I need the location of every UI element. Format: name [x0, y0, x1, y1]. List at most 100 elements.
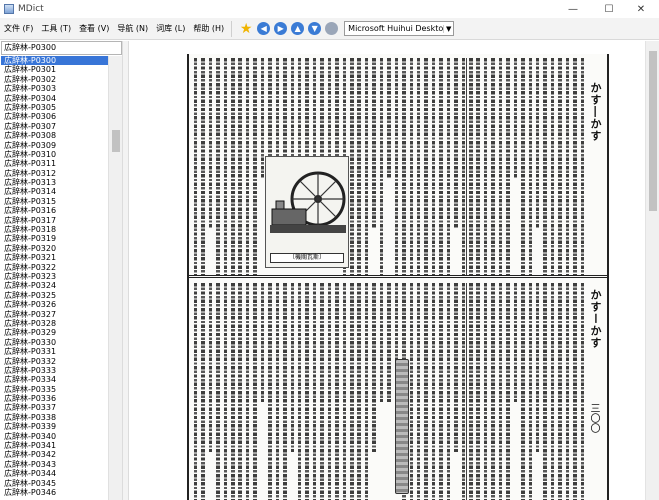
- text-line: [384, 283, 391, 500]
- list-item[interactable]: 広辞林-P0308: [1, 131, 108, 140]
- list-item[interactable]: 広辞林-P0341: [1, 441, 108, 450]
- list-item[interactable]: 広辞林-P0315: [1, 197, 108, 206]
- list-item[interactable]: 広辞林-P0311: [1, 159, 108, 168]
- list-item[interactable]: 広辞林-P0334: [1, 375, 108, 384]
- running-head-bottom: かすーかす: [589, 289, 602, 349]
- menu-library[interactable]: 词库 (L): [152, 23, 189, 34]
- text-line: [213, 283, 220, 500]
- menu-tools[interactable]: 工具 (T): [37, 23, 75, 34]
- list-item[interactable]: 広辞林-P0328: [1, 319, 108, 328]
- text-columns-lower: [191, 283, 585, 500]
- text-line: [459, 283, 466, 500]
- list-item[interactable]: 広辞林-P0327: [1, 310, 108, 319]
- list-item[interactable]: 広辞林-P0325: [1, 291, 108, 300]
- title-bar: MDict — ☐ ✕: [0, 0, 659, 18]
- menu-file[interactable]: 文件 (F): [0, 23, 37, 34]
- maximize-button[interactable]: ☐: [591, 0, 627, 18]
- list-item[interactable]: 広辞林-P0331: [1, 347, 108, 356]
- menu-navigate[interactable]: 导航 (N): [113, 23, 152, 34]
- text-line: [250, 58, 257, 276]
- text-line: [258, 283, 265, 500]
- list-item[interactable]: 広辞林-P0345: [1, 479, 108, 488]
- search-input[interactable]: 広辞林-P0300: [1, 41, 122, 55]
- page-upper-section: かす―かす 〔機關瓦斯〕: [189, 54, 607, 276]
- list-item[interactable]: 広辞林-P0337: [1, 403, 108, 412]
- next-entry-icon[interactable]: ▼: [308, 22, 322, 35]
- list-item[interactable]: 広辞林-P0330: [1, 338, 108, 347]
- list-item[interactable]: 広辞林-P0302: [1, 75, 108, 84]
- list-item[interactable]: 広辞林-P0300: [1, 56, 108, 66]
- previous-entry-icon[interactable]: ▲: [291, 22, 305, 35]
- list-item[interactable]: 広辞林-P0343: [1, 460, 108, 469]
- list-item[interactable]: 広辞林-P0317: [1, 216, 108, 225]
- text-line: [481, 58, 488, 276]
- entry-list-scrollbar[interactable]: [108, 56, 122, 500]
- content-scroll-thumb[interactable]: [649, 51, 657, 211]
- menu-help[interactable]: 帮助 (H): [189, 23, 228, 34]
- list-item[interactable]: 広辞林-P0318: [1, 225, 108, 234]
- list-item[interactable]: 広辞林-P0329: [1, 328, 108, 337]
- entry-list[interactable]: 広辞林-P0300 広辞林-P0301 広辞林-P0302 広辞林-P0303 広辞林-…: [1, 56, 108, 500]
- text-line: [332, 283, 339, 500]
- list-item[interactable]: 広辞林-P0301: [1, 65, 108, 74]
- list-item[interactable]: 広辞林-P0312: [1, 169, 108, 178]
- list-item[interactable]: 広辞林-P0307: [1, 122, 108, 131]
- content-scrollbar[interactable]: [645, 41, 659, 500]
- text-line: [369, 58, 376, 276]
- menu-view[interactable]: 查看 (V): [75, 23, 113, 34]
- list-item[interactable]: 広辞林-P0305: [1, 103, 108, 112]
- text-line: [228, 58, 235, 276]
- close-button[interactable]: ✕: [623, 0, 659, 18]
- forward-icon[interactable]: ▶: [274, 22, 288, 35]
- list-item[interactable]: 広辞林-P0339: [1, 422, 108, 431]
- list-item[interactable]: 広辞林-P0319: [1, 234, 108, 243]
- list-item[interactable]: 広辞林-P0306: [1, 112, 108, 121]
- list-item[interactable]: 広辞林-P0314: [1, 187, 108, 196]
- text-line: [340, 283, 347, 500]
- pane-splitter[interactable]: [122, 41, 129, 500]
- list-item[interactable]: 広辞林-P0316: [1, 206, 108, 215]
- text-line: [466, 283, 473, 500]
- list-item[interactable]: 広辞林-P0342: [1, 450, 108, 459]
- list-item[interactable]: 広辞林-P0340: [1, 432, 108, 441]
- speaker-settings-icon[interactable]: [325, 22, 339, 35]
- list-item[interactable]: 広辞林-P0321: [1, 253, 108, 262]
- voice-selector-dropdown[interactable]: Microsoft Huihui Desktop - C ▼: [344, 21, 455, 36]
- text-line: [555, 283, 562, 500]
- text-line: [310, 283, 317, 500]
- text-line: [503, 283, 510, 500]
- chevron-down-icon: ▼: [443, 24, 453, 33]
- list-item[interactable]: 広辞林-P0333: [1, 366, 108, 375]
- page-number: 三〇〇: [588, 403, 599, 433]
- text-line: [578, 283, 585, 500]
- text-line: [198, 58, 205, 276]
- text-line: [436, 283, 443, 500]
- list-item[interactable]: 広辞林-P0332: [1, 357, 108, 366]
- back-icon[interactable]: ◀: [257, 22, 271, 35]
- text-line: [295, 283, 302, 500]
- list-item[interactable]: 広辞林-P0323: [1, 272, 108, 281]
- list-item[interactable]: 広辞林-P0310: [1, 150, 108, 159]
- list-item[interactable]: 広辞林-P0324: [1, 281, 108, 290]
- list-item[interactable]: 広辞林-P0338: [1, 413, 108, 422]
- list-item[interactable]: 広辞林-P0304: [1, 94, 108, 103]
- favorite-star-icon[interactable]: ★: [239, 22, 253, 36]
- text-line: [362, 283, 369, 500]
- text-columns-upper: [191, 58, 585, 276]
- minimize-button[interactable]: —: [555, 0, 591, 18]
- text-line: [511, 283, 518, 500]
- list-item[interactable]: 広辞林-P0344: [1, 469, 108, 478]
- list-item[interactable]: 広辞林-P0320: [1, 244, 108, 253]
- text-line: [235, 283, 243, 500]
- text-line: [302, 283, 310, 500]
- list-item[interactable]: 広辞林-P0322: [1, 263, 108, 272]
- list-item[interactable]: 広辞林-P0326: [1, 300, 108, 309]
- list-item[interactable]: 広辞林-P0335: [1, 385, 108, 394]
- list-item[interactable]: 広辞林-P0309: [1, 141, 108, 150]
- text-line: [384, 58, 391, 276]
- text-line: [451, 58, 458, 276]
- text-line: [243, 283, 250, 500]
- list-item[interactable]: 広辞林-P0303: [1, 84, 108, 93]
- list-item[interactable]: 広辞林-P0346: [1, 488, 108, 497]
- entry-list-scroll-thumb[interactable]: [112, 130, 120, 152]
